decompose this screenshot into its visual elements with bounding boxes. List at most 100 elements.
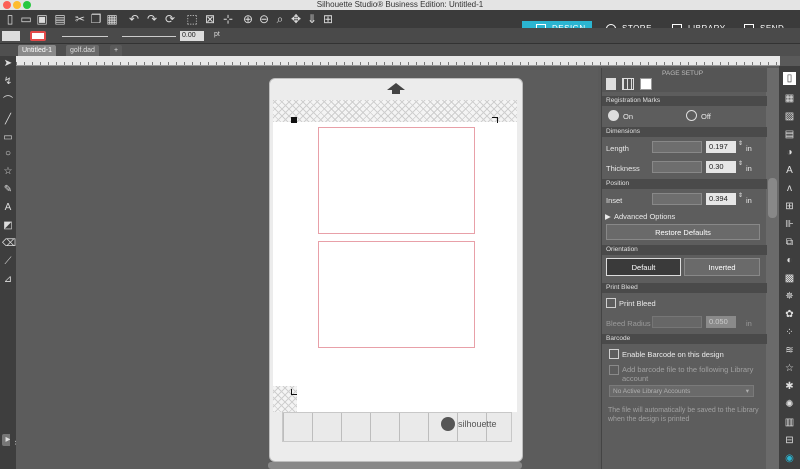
zoom-out-icon[interactable]: ⊖ <box>256 11 272 27</box>
inset-stepper[interactable]: ⇕ <box>738 192 743 199</box>
design-box-top[interactable] <box>318 127 475 234</box>
advanced-options-chevron-icon[interactable]: ▶ <box>605 212 611 221</box>
rhinestone-icon[interactable]: ⁘ <box>783 326 796 339</box>
bleed-radius-slider[interactable] <box>652 316 702 328</box>
paste-icon[interactable]: ▦ <box>104 11 120 27</box>
orientation-default-button[interactable]: Default <box>606 258 681 276</box>
bleed-radius-input[interactable]: 0.050 <box>706 316 736 328</box>
transform-icon[interactable]: ⊞ <box>783 200 796 213</box>
deselect-icon[interactable]: ⊠ <box>202 11 218 27</box>
point-edit-icon[interactable]: ↯ <box>2 76 14 88</box>
modify-icon[interactable]: ◐ <box>783 254 796 267</box>
line-style-dropdown[interactable] <box>62 36 108 37</box>
redo-icon[interactable]: ↷ <box>144 11 160 27</box>
open-folder-icon[interactable]: ▭ <box>18 11 34 27</box>
enable-barcode-checkbox[interactable] <box>609 349 619 359</box>
thickness-stepper[interactable]: ⇕ <box>738 160 743 167</box>
scrollbar-thumb[interactable] <box>768 178 777 218</box>
fill-tool-icon[interactable]: ◩ <box>2 220 14 232</box>
print-bleed-checkbox[interactable] <box>606 298 616 308</box>
length-stepper[interactable]: ⇕ <box>738 140 743 147</box>
thickness-input[interactable]: 0.30 <box>706 161 736 173</box>
ellipse-tool-icon[interactable]: ○ <box>2 148 14 160</box>
line-join-dropdown[interactable] <box>122 36 176 37</box>
new-tab-button[interactable]: + <box>110 45 123 56</box>
zoom-in-icon[interactable]: ⊕ <box>240 11 256 27</box>
panel-title: PAGE SETUP <box>662 70 704 77</box>
inset-slider[interactable] <box>652 193 702 205</box>
minimize-window-button[interactable] <box>13 1 21 9</box>
replicate-icon[interactable]: ⧉ <box>783 236 796 249</box>
radio-on[interactable] <box>608 110 619 121</box>
page-setup-icon[interactable]: ▯ <box>783 72 796 85</box>
registration-settings-icon[interactable] <box>640 78 652 90</box>
knife-tool-icon[interactable]: ⟋ <box>2 256 14 268</box>
send-panel-icon[interactable]: ◉ <box>783 452 796 465</box>
fill-color-swatch[interactable] <box>2 31 20 41</box>
tab-golf-dad[interactable]: golf.dad <box>66 45 99 56</box>
grid-icon[interactable]: ▦ <box>783 92 796 105</box>
pan-icon[interactable]: ✥ <box>288 11 304 27</box>
length-slider[interactable] <box>652 141 702 153</box>
knockout-icon[interactable]: ✱ <box>783 380 796 393</box>
text-path-icon[interactable]: ʌ <box>783 182 796 195</box>
layers-icon[interactable]: ≋ <box>783 344 796 357</box>
refresh-icon[interactable]: ⟳ <box>162 11 178 27</box>
fit-page-icon[interactable]: ⊞ <box>320 11 336 27</box>
close-window-button[interactable] <box>3 1 11 9</box>
copy-icon[interactable]: ❐ <box>88 11 104 27</box>
line-style-icon[interactable]: ▤ <box>783 128 796 141</box>
flexi-icon[interactable]: ✺ <box>783 398 796 411</box>
restore-defaults-button[interactable]: Restore Defaults <box>606 224 760 240</box>
transparency-icon[interactable]: ◑ <box>783 146 796 159</box>
star-tool-icon[interactable]: ☆ <box>2 166 14 178</box>
length-input[interactable]: 0.197 <box>706 141 736 153</box>
fill-icon[interactable]: ▨ <box>783 110 796 123</box>
library-account-select[interactable]: No Active Library Accounts ▾ <box>609 385 754 397</box>
offset-icon[interactable]: ▩ <box>783 272 796 285</box>
vertical-scrollbar[interactable] <box>766 68 779 469</box>
edit-points-icon[interactable]: ⊹ <box>220 11 236 27</box>
mat-brand: silhouette <box>458 419 497 429</box>
document-tabs: Untitled-1 golf.dad + <box>0 44 800 56</box>
zoom-select-icon[interactable]: ⌕ <box>272 11 288 27</box>
text-tool-icon[interactable]: A <box>2 202 14 214</box>
line-tool-icon[interactable]: ╱ <box>2 114 14 126</box>
tab-untitled-1[interactable]: Untitled-1 <box>18 45 56 56</box>
align-icon[interactable]: ⊪ <box>783 218 796 231</box>
save-icon[interactable]: ▣ <box>34 11 50 27</box>
inset-input[interactable]: 0.394 <box>706 193 736 205</box>
add-barcode-file-checkbox[interactable] <box>609 365 619 375</box>
text-style-icon[interactable]: A <box>783 164 796 177</box>
pencil-tool-icon[interactable]: ✎ <box>2 184 14 196</box>
line-width-input[interactable]: 0.00 <box>180 31 204 41</box>
design-box-bottom[interactable] <box>318 241 475 348</box>
nesting-icon[interactable]: ▥ <box>783 416 796 429</box>
sketch-icon[interactable]: ✿ <box>783 308 796 321</box>
warp-icon[interactable]: ⊟ <box>783 434 796 447</box>
favorites-icon[interactable]: ☆ <box>783 362 796 375</box>
move-down-icon[interactable]: ⇓ <box>304 11 320 27</box>
advanced-options-toggle[interactable]: Advanced Options <box>614 212 675 221</box>
select-all-icon[interactable]: ⬚ <box>184 11 200 27</box>
curve-tool-icon[interactable]: ⌒ <box>2 96 14 108</box>
radio-off[interactable] <box>686 110 697 121</box>
page-icon[interactable] <box>606 78 616 90</box>
new-file-icon[interactable]: ▯ <box>2 11 18 27</box>
cut-icon[interactable]: ✂ <box>72 11 88 27</box>
rectangle-tool-icon[interactable]: ▭ <box>2 132 14 144</box>
print-icon[interactable]: ▤ <box>52 11 68 27</box>
eraser-tool-icon[interactable]: ⌫ <box>2 238 16 250</box>
grid-settings-icon[interactable] <box>622 78 634 90</box>
top-margin-hatch <box>273 100 517 122</box>
undo-icon[interactable]: ↶ <box>126 11 142 27</box>
select-tool-icon[interactable]: ➤ <box>2 58 14 70</box>
maximize-window-button[interactable] <box>23 1 31 9</box>
line-color-swatch[interactable] <box>30 31 46 41</box>
trace-icon[interactable]: ✵ <box>783 290 796 303</box>
orientation-inverted-button[interactable]: Inverted <box>684 258 760 276</box>
thickness-slider[interactable] <box>652 161 702 173</box>
thickness-label: Thickness <box>606 164 640 173</box>
eyedropper-tool-icon[interactable]: ⊿ <box>2 274 14 286</box>
horizontal-scrollbar-thumb[interactable] <box>268 462 522 469</box>
